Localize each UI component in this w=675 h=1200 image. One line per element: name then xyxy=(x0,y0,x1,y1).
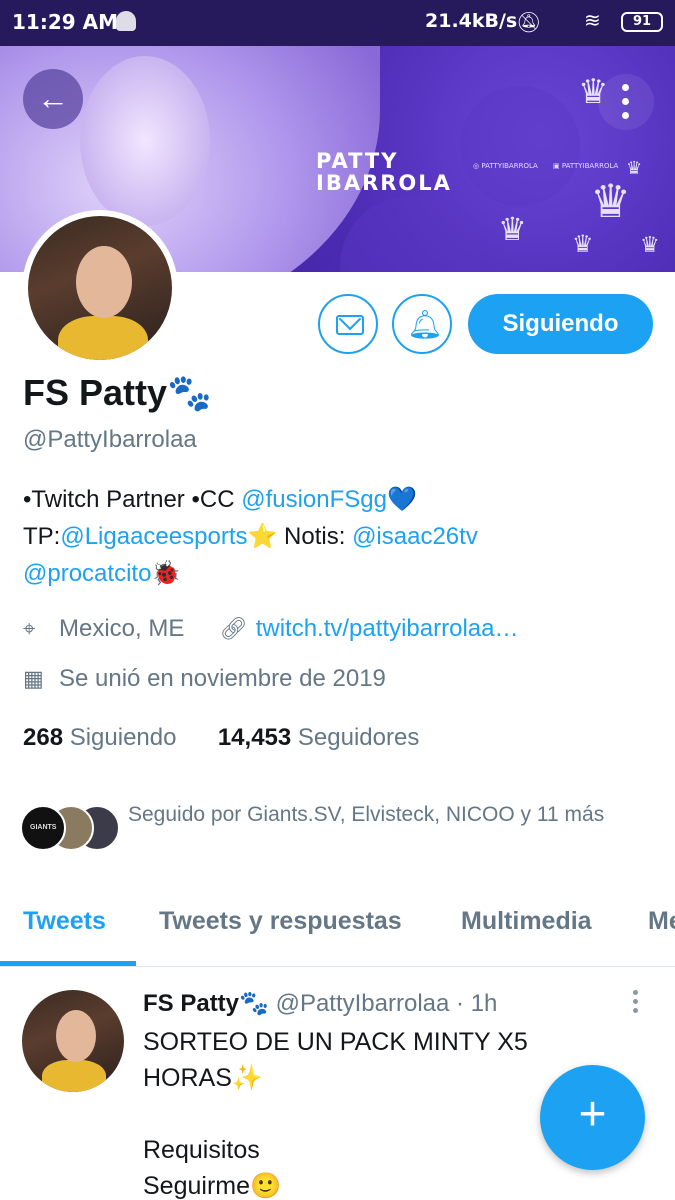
crown-icon: ♛ xyxy=(572,231,594,258)
notification-icon xyxy=(116,11,136,31)
notifications-button[interactable]: 🔔︎ xyxy=(392,294,452,354)
banner-title: PATTY IBARROLA xyxy=(316,149,452,195)
crown-icon: ♛ xyxy=(590,175,632,227)
banner-portrait xyxy=(80,56,210,226)
plus-icon: + xyxy=(578,1088,607,1141)
profile-meta-location-website: ⌖ Mexico, ME 🔗︎ twitch.tv/pattyibarrolaa… xyxy=(23,615,518,643)
followed-by-text[interactable]: Seguido por Giants.SV, Elvisteck, NICOO … xyxy=(128,799,638,831)
tweet-author-handle: @PattyIbarrolaa xyxy=(275,990,450,1017)
message-button[interactable] xyxy=(318,294,378,354)
crown-icon: ♛ xyxy=(626,158,643,178)
tweet-avatar[interactable] xyxy=(22,990,124,1092)
following-button[interactable]: Siguiendo xyxy=(468,294,653,354)
followed-by-avatars[interactable]: GIANTS xyxy=(20,805,120,853)
banner-twitch: ▣ PATTYIBARROLA xyxy=(553,162,619,170)
tweet-time: 1h xyxy=(470,990,498,1017)
dot-icon xyxy=(622,112,629,119)
profile-location: Mexico, ME xyxy=(59,615,185,642)
profile-name: FS Patty🐾 xyxy=(23,372,212,413)
following-stat[interactable]: 268 Siguiendo xyxy=(23,724,176,751)
tab-media[interactable]: Multimedia xyxy=(461,907,592,936)
profile-meta-joined: ▦ Se unió en noviembre de 2019 xyxy=(23,665,386,693)
dot-icon xyxy=(633,999,638,1004)
crown-icon: ♛ xyxy=(498,211,527,247)
avatar-image xyxy=(28,216,172,360)
tweet-author-name[interactable]: FS Patty🐾 xyxy=(143,990,269,1017)
profile-tabs: Tweets Tweets y respuestas Multimedia Me xyxy=(0,885,675,967)
profile-joined-date: Se unió en noviembre de 2019 xyxy=(59,665,386,692)
tweet-more-button[interactable] xyxy=(633,990,641,1018)
dot-icon xyxy=(622,98,629,105)
mention-link[interactable]: @isaac26tv xyxy=(352,523,478,550)
profile-handle: @PattyIbarrolaa xyxy=(23,426,197,453)
status-time: 11:29 AM xyxy=(12,10,119,34)
dot-icon xyxy=(633,990,638,995)
tweet-header: FS Patty🐾 @PattyIbarrolaa · 1h xyxy=(143,990,498,1017)
dot-icon xyxy=(633,1008,638,1013)
arrow-left-icon: ← xyxy=(37,80,69,116)
tab-tweets-replies[interactable]: Tweets y respuestas xyxy=(159,907,402,936)
dot-icon xyxy=(622,84,629,91)
active-tab-indicator xyxy=(0,961,136,966)
battery-icon: 91 xyxy=(621,12,663,32)
link-icon: 🔗︎ xyxy=(219,616,248,641)
banner-decoration xyxy=(340,196,480,272)
crown-icon: ♛ xyxy=(640,232,660,257)
mention-link[interactable]: @fusionFSgg xyxy=(241,486,387,513)
status-bar: 11:29 AM 21.4kB/s 🔕︎ ≋ 91 xyxy=(0,0,675,46)
profile-avatar[interactable] xyxy=(22,210,178,366)
mail-icon xyxy=(336,315,364,335)
banner-instagram: ◎ PATTYIBARROLA xyxy=(473,162,538,170)
profile-stats: 268 Siguiendo 14,453 Seguidores xyxy=(23,724,419,752)
mention-link[interactable]: @procatcito xyxy=(23,560,151,587)
network-speed: 21.4kB/s xyxy=(425,10,518,32)
tweet-text: SORTEO DE UN PACK MINTY X5 HORAS✨ Requis… xyxy=(143,1028,528,1200)
calendar-icon: ▦ xyxy=(23,666,44,691)
mention-link[interactable]: @Ligaaceesports xyxy=(60,523,247,550)
avatar: GIANTS xyxy=(20,805,66,851)
profile-bio: •Twitch Partner •CC @fusionFSgg💙 TP:@Lig… xyxy=(23,486,478,587)
tab-likes[interactable]: Me xyxy=(648,907,675,936)
followers-stat[interactable]: 14,453 Seguidores xyxy=(218,724,420,751)
wifi-icon: ≋ xyxy=(584,8,601,32)
banner-decoration xyxy=(460,86,580,206)
tab-tweets[interactable]: Tweets xyxy=(23,907,106,936)
back-button[interactable]: ← xyxy=(23,69,83,129)
profile-website-link[interactable]: twitch.tv/pattyibarrolaa… xyxy=(256,615,519,642)
compose-tweet-button[interactable]: + xyxy=(540,1065,645,1170)
location-pin-icon: ⌖ xyxy=(23,616,36,641)
more-options-button[interactable] xyxy=(598,74,654,130)
bell-plus-icon: 🔔︎ xyxy=(407,309,443,340)
mute-icon: 🔕︎ xyxy=(516,10,542,34)
